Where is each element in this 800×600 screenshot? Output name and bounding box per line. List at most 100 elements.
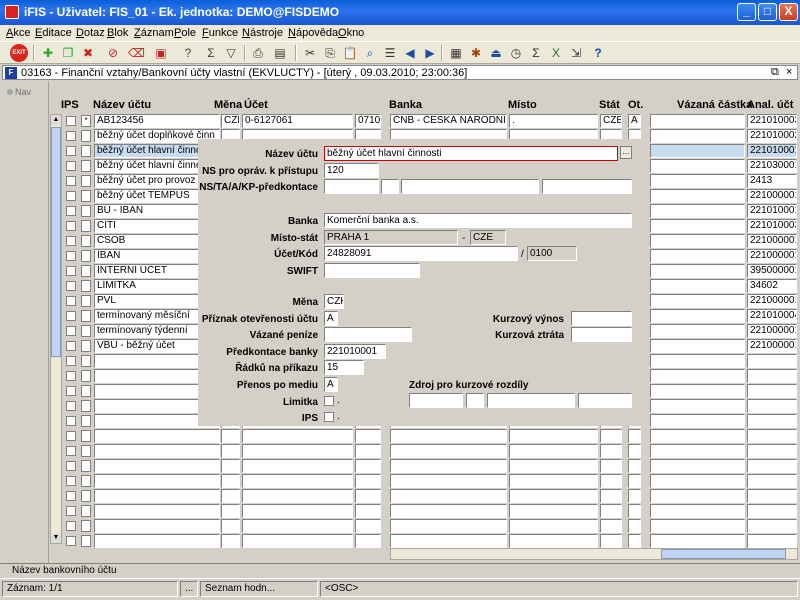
grid-cell-vazana[interactable]: [650, 264, 745, 278]
calculator-icon[interactable]: ▦: [448, 45, 464, 61]
ips-checkbox[interactable]: [66, 116, 76, 126]
grid-cell-kod[interactable]: [355, 519, 381, 533]
grid-cell-vazana[interactable]: [650, 354, 745, 368]
grid-cell-vazana[interactable]: [650, 474, 745, 488]
ips-checkbox[interactable]: [66, 296, 76, 306]
cut-icon[interactable]: ✂: [302, 45, 318, 61]
grid-cell-nazev[interactable]: [94, 444, 220, 458]
insert-record-icon[interactable]: ✚: [40, 45, 56, 61]
grid-cell-mena[interactable]: [221, 489, 240, 503]
grid-cell-vazana[interactable]: [650, 504, 745, 518]
predkontace-ns-field[interactable]: [324, 179, 379, 194]
form-title-bar[interactable]: F 03163 - Finanční vztahy/Bankovní účty …: [2, 65, 798, 80]
grid-cell-mena[interactable]: [221, 519, 240, 533]
export-icon[interactable]: ⇲: [568, 45, 584, 61]
grid-cell-ucet[interactable]: [242, 474, 353, 488]
delete-record-icon[interactable]: ✖: [80, 45, 96, 61]
grid-cell-banka[interactable]: [390, 459, 507, 473]
form-restore-button[interactable]: ⧉: [771, 66, 779, 79]
filter-icon[interactable]: ▽: [223, 45, 239, 61]
grid-cell-mena[interactable]: [221, 534, 240, 548]
grid-cell-stat[interactable]: [600, 459, 622, 473]
ucet-field[interactable]: 24828091: [324, 246, 518, 261]
grid-cell-mena[interactable]: [221, 504, 240, 518]
grid-cell-anal[interactable]: 34602: [747, 279, 797, 293]
copy-icon[interactable]: ⎘: [322, 45, 338, 61]
grid-cell-vazana[interactable]: [650, 414, 745, 428]
grid-cell-anal[interactable]: [747, 369, 797, 383]
grid-cell-anal[interactable]: [747, 519, 797, 533]
grid-cell-vazana[interactable]: [650, 339, 745, 353]
predkontace-ta-field[interactable]: [381, 179, 399, 194]
ips-checkbox[interactable]: [66, 266, 76, 276]
grid-cell-misto[interactable]: [509, 459, 598, 473]
banka-field[interactable]: Komerční banka a.s.: [324, 213, 632, 228]
ips-checkbox[interactable]: [66, 236, 76, 246]
grid-cell-misto[interactable]: [509, 429, 598, 443]
grid-cell-vazana[interactable]: [650, 534, 745, 548]
save-icon[interactable]: ▤: [272, 45, 288, 61]
grid-cell-banka[interactable]: [390, 429, 507, 443]
menu-pole[interactable]: Pole: [174, 27, 196, 39]
grid-cell-ot[interactable]: [628, 534, 641, 548]
grid-cell-anal[interactable]: 221010003: [747, 114, 797, 128]
grid-cell-kod[interactable]: [355, 429, 381, 443]
grid-cell-anal[interactable]: 221000001: [747, 234, 797, 248]
grid-cell-vazana[interactable]: [650, 459, 745, 473]
grid-cell-vazana[interactable]: [650, 324, 745, 338]
eject-icon[interactable]: ⏏: [488, 45, 504, 61]
close-button[interactable]: X: [779, 3, 798, 21]
ips-checkbox[interactable]: [66, 191, 76, 201]
ips-checkbox[interactable]: [66, 281, 76, 291]
grid-cell-misto[interactable]: [509, 489, 598, 503]
grid-cell-vazana[interactable]: [650, 489, 745, 503]
ips-checkbox[interactable]: [66, 536, 76, 546]
ips-checkbox[interactable]: [66, 506, 76, 516]
ips-checkbox[interactable]: [66, 131, 76, 141]
grid-cell-stat[interactable]: [600, 474, 622, 488]
grid-cell-stat[interactable]: [600, 534, 622, 548]
grid-cell-stat[interactable]: CZE: [600, 114, 622, 128]
excel-icon[interactable]: X: [548, 45, 564, 61]
prev-block-icon[interactable]: ◀: [402, 45, 418, 61]
grid-cell-kod[interactable]: [355, 474, 381, 488]
ips-checkbox[interactable]: [66, 341, 76, 351]
grid-cell-anal[interactable]: 221010001: [747, 204, 797, 218]
grid-cell-nazev[interactable]: AB123456: [94, 114, 220, 128]
ips-checkbox[interactable]: [324, 412, 334, 422]
grid-cell-kod[interactable]: [355, 504, 381, 518]
grid-cell-ot[interactable]: [628, 459, 641, 473]
grid-cell-anal[interactable]: 221000001: [747, 294, 797, 308]
grid-cell-kod[interactable]: [355, 444, 381, 458]
grid-cell-ot[interactable]: [628, 474, 641, 488]
scroll-thumb[interactable]: [51, 127, 61, 357]
grid-cell-banka[interactable]: [390, 489, 507, 503]
grid-cell-anal[interactable]: [747, 489, 797, 503]
grid-cell-anal[interactable]: [747, 429, 797, 443]
list-icon[interactable]: ☰: [382, 45, 398, 61]
ips-checkbox[interactable]: [66, 491, 76, 501]
grid-cell-vazana[interactable]: [650, 429, 745, 443]
menu-dotaz[interactable]: Dotaz: [76, 27, 105, 39]
ips-checkbox[interactable]: [66, 221, 76, 231]
grid-cell-ot[interactable]: [628, 519, 641, 533]
ips-checkbox[interactable]: [66, 176, 76, 186]
grid-cell-mena[interactable]: [221, 429, 240, 443]
print-icon[interactable]: ⎙: [250, 45, 266, 61]
predkontace-a-field[interactable]: [401, 179, 539, 194]
grid-cell-anal[interactable]: 395000001: [747, 264, 797, 278]
ips-checkbox[interactable]: [66, 146, 76, 156]
ips-checkbox[interactable]: [66, 446, 76, 456]
grid-cell-misto[interactable]: [509, 534, 598, 548]
zdroj-field-4[interactable]: [578, 393, 632, 408]
grid-cell-ucet[interactable]: [242, 489, 353, 503]
grid-cell-ucet[interactable]: [242, 459, 353, 473]
grid-cell-stat[interactable]: [600, 429, 622, 443]
grid-cell-ucet[interactable]: [242, 444, 353, 458]
grid-cell-anal[interactable]: [747, 354, 797, 368]
grid-cell-anal[interactable]: 221000001: [747, 324, 797, 338]
grid-cell-anal[interactable]: [747, 459, 797, 473]
ips-checkbox[interactable]: [66, 161, 76, 171]
grid-cell-banka[interactable]: [390, 504, 507, 518]
grid-cell-nazev[interactable]: [94, 489, 220, 503]
